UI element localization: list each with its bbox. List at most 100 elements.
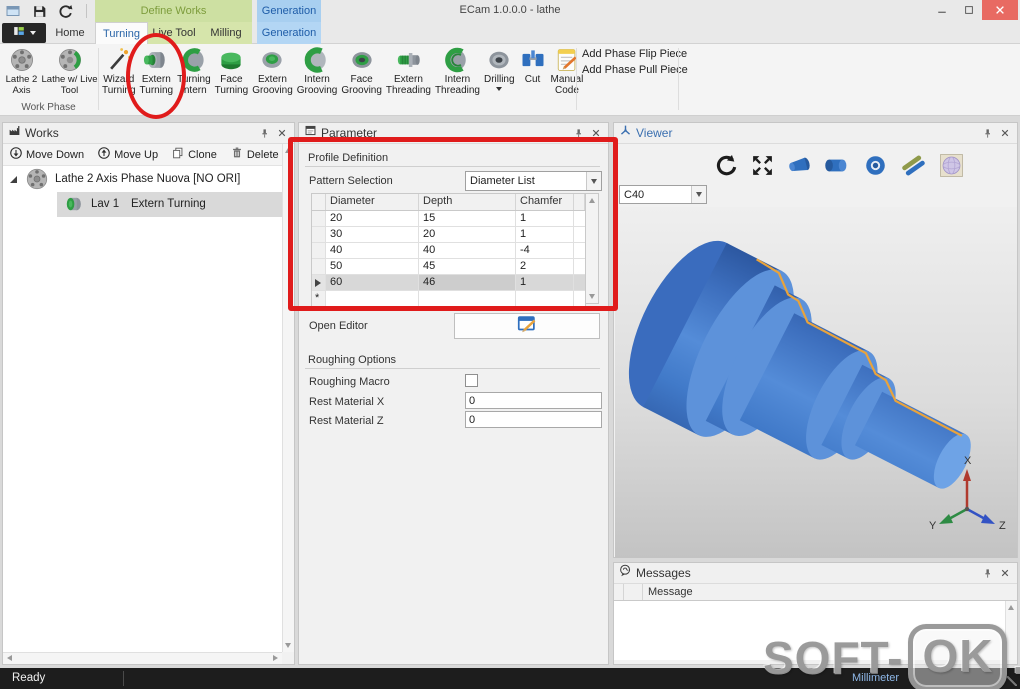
ribbon-group-work-phase: Lathe 2 Axis Lathe w/ Live Tool Work Pha… <box>0 44 98 115</box>
ribbon-button-cut[interactable]: Cut <box>517 44 549 85</box>
material-combo[interactable]: C40 <box>619 185 707 204</box>
ribbon-separator <box>98 48 99 110</box>
maximize-button[interactable] <box>955 0 982 20</box>
tree-node-lav1[interactable]: Lav 1 Extern Turning <box>3 192 282 217</box>
extern-grooving-icon <box>258 46 286 74</box>
add-phase-pull-piece-link[interactable]: Add Phase Pull Piece <box>582 64 688 76</box>
annotation-ellipse-extern-turning <box>126 33 186 119</box>
ribbon-button-intern-grooving[interactable]: Intern Grooving <box>295 44 340 96</box>
ribbon-button-manual-code[interactable]: Manual Code <box>549 44 586 96</box>
button-label: Threading <box>434 85 480 96</box>
works-toolbar-clone[interactable]: Clone <box>171 146 217 163</box>
roughing-macro-label: Roughing Macro <box>309 376 390 388</box>
axis-z-label: Z <box>999 520 1006 532</box>
roughing-options-header: Roughing Options <box>305 351 600 369</box>
watermark-ok-box: OK <box>908 624 1008 689</box>
button-label: Extern <box>393 74 423 85</box>
toolbar-label: Move Up <box>114 148 159 161</box>
open-editor-label: Open Editor <box>309 320 368 332</box>
app-menu-button[interactable] <box>2 23 46 43</box>
tree-node-code: Lav 1 <box>91 198 120 210</box>
toolbar-label: Clone <box>188 148 217 161</box>
axis-x-label: X <box>964 455 972 467</box>
open-editor-button[interactable] <box>454 313 600 339</box>
tab-milling[interactable]: Milling <box>200 22 252 44</box>
status-ready-text: Ready <box>12 672 46 684</box>
ribbon-button-extern-grooving[interactable]: Extern Grooving <box>250 44 295 96</box>
close-icon[interactable] <box>998 126 1012 140</box>
annotation-rect-profile-definition <box>288 137 618 311</box>
rest-material-x-field[interactable] <box>465 392 602 409</box>
trash-icon <box>230 146 244 163</box>
ribbon-button-face-turning[interactable]: Face Turning <box>213 44 251 96</box>
button-label: Intern <box>304 74 330 85</box>
pin-icon[interactable] <box>980 126 994 140</box>
editor-window-icon <box>516 313 538 340</box>
messages-panel-header: Messages <box>614 563 1017 584</box>
works-toolbar-delete[interactable]: Delete <box>230 146 279 163</box>
part-sphere-icon[interactable] <box>938 152 965 179</box>
viewer-3d-viewport[interactable]: X Y Z <box>615 207 1017 558</box>
works-toolbar-move-down[interactable]: Move Down <box>9 146 84 163</box>
cut-icon <box>519 46 547 74</box>
face-grooving-icon <box>348 46 376 74</box>
button-label: Grooving <box>252 85 293 96</box>
viewer-toolbar <box>714 147 965 183</box>
ribbon-button-intern-threading[interactable]: Intern Threading <box>433 44 482 96</box>
watermark-text: .NET <box>1012 631 1020 685</box>
title-bar: Define Works Generation ECam 1.0.0.0 - l… <box>0 0 1020 22</box>
tree-expander-icon[interactable] <box>10 176 17 183</box>
toolbar-label: Delete <box>246 148 279 161</box>
ribbon-button-extern-threading[interactable]: Extern Threading <box>384 44 433 96</box>
part-cylinder-icon[interactable] <box>824 152 851 179</box>
works-toolbar: Move Down Move Up Clone Delete <box>3 144 282 166</box>
chevron-down-icon <box>30 31 36 35</box>
toolbar-label: Move Down <box>26 148 85 161</box>
factory-icon <box>8 124 21 142</box>
watermark-text: SOFT- <box>763 632 904 684</box>
close-button[interactable] <box>982 0 1018 20</box>
lathe-live-chuck-icon <box>57 46 83 74</box>
works-toolbar-move-up[interactable]: Move Up <box>97 146 158 163</box>
roughing-macro-checkbox[interactable] <box>465 374 478 387</box>
rest-material-z-field[interactable] <box>465 411 602 428</box>
messages-panel-title: Messages <box>636 566 691 580</box>
close-icon[interactable] <box>998 566 1012 580</box>
ribbon-button-lathe-2-axis[interactable]: Lathe 2 Axis <box>0 44 43 96</box>
tree-node-phase[interactable]: Lathe 2 Axis Phase Nuova [NO ORI] <box>3 166 282 192</box>
works-panel-title: Works <box>25 126 59 140</box>
tab-home[interactable]: Home <box>45 22 95 44</box>
works-panel: Works Move Down Move Up Clone Delete Lathe … <box>2 122 295 665</box>
button-label: Axis <box>12 85 31 96</box>
pin-icon[interactable] <box>980 566 994 580</box>
viewer-panel-title: Viewer <box>636 126 673 140</box>
button-label: Face <box>350 74 373 85</box>
fit-icon[interactable] <box>750 153 775 178</box>
part-bars-icon[interactable] <box>900 152 927 179</box>
ribbon-button-drilling[interactable]: Drilling <box>482 44 517 91</box>
button-label: Grooving <box>341 85 382 96</box>
works-tree: Lathe 2 Axis Phase Nuova [NO ORI] Lav 1 … <box>3 166 282 652</box>
close-icon[interactable] <box>275 126 289 140</box>
circle-down-icon <box>9 146 23 163</box>
rotate-icon[interactable] <box>714 153 739 178</box>
button-label: Threading <box>385 85 431 96</box>
button-label: Extern <box>258 74 287 85</box>
message-column-header: Message <box>648 586 693 598</box>
soft-ok-net-watermark: SOFT- OK .NET <box>763 624 1020 689</box>
status-divider <box>123 671 124 686</box>
part-donut-icon[interactable] <box>862 152 889 179</box>
add-phase-flip-piece-link[interactable]: Add Phase Flip Piece <box>582 48 688 60</box>
ribbon-button-face-grooving[interactable]: Face Grooving <box>339 44 384 96</box>
tree-node-label: Lathe 2 Axis Phase Nuova [NO ORI] <box>55 173 241 185</box>
rest-material-x-label: Rest Material X <box>309 396 385 408</box>
minimize-button[interactable] <box>928 0 955 20</box>
part-cone-icon[interactable] <box>786 152 813 179</box>
circle-up-icon <box>97 146 111 163</box>
works-horizontal-scrollbar[interactable] <box>3 652 282 664</box>
chevron-down-icon[interactable] <box>691 186 706 203</box>
ribbon-button-lathe-with-live-tool[interactable]: Lathe w/ Live Tool <box>42 44 98 96</box>
button-label: Drilling <box>483 74 515 85</box>
pin-icon[interactable] <box>257 126 271 140</box>
tab-generation[interactable]: Generation <box>257 22 321 44</box>
